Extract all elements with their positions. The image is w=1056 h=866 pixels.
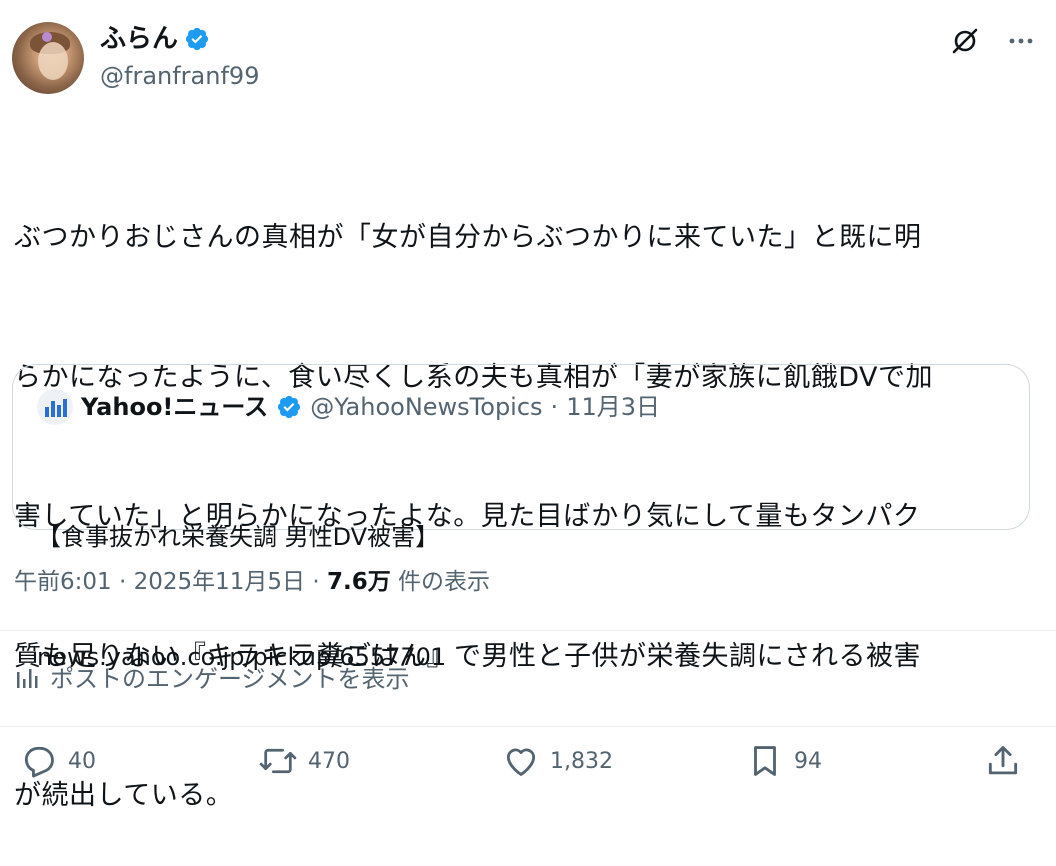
bookmark-count: 94 — [794, 748, 822, 774]
like-count: 1,832 — [550, 748, 613, 774]
share-icon — [988, 746, 1018, 775]
quoted-post-header: Yahoo!ニュース @YahooNewsTopics · 11月3日 — [37, 389, 660, 425]
yahoo-news-logo-icon[interactable] — [37, 389, 73, 425]
logo-bar — [51, 401, 55, 417]
post-time[interactable]: 午前6:01 — [14, 569, 112, 595]
quoted-title: 【食事抜かれ栄養失調 男性DV被害】 — [37, 523, 440, 551]
engagements-label[interactable]: ポストのエンゲージメントを表示 — [50, 662, 410, 696]
share-button[interactable] — [984, 742, 1022, 780]
quoted-post-card[interactable]: Yahoo!ニュース @YahooNewsTopics · 11月3日 【食事抜… — [12, 364, 1030, 671]
logo-bar — [63, 399, 67, 417]
heart-icon — [506, 748, 536, 776]
author-name-text[interactable]: ふらん — [100, 22, 178, 56]
like-button[interactable]: 1,832 — [502, 742, 613, 780]
analytics-icon — [17, 669, 38, 688]
verified-badge-icon — [185, 27, 209, 51]
quoted-separator: · — [550, 393, 559, 421]
view-label: 件の表示 — [398, 569, 491, 595]
top-icons — [950, 26, 1036, 56]
repost-count: 470 — [308, 748, 350, 774]
action-bar: 40 470 1,832 94 — [0, 742, 1056, 798]
reply-button[interactable]: 40 — [20, 742, 96, 780]
divider — [0, 630, 1056, 631]
meta-separator: · — [118, 569, 127, 595]
logo-bar — [57, 405, 61, 417]
quoted-author-handle[interactable]: @YahooNewsTopics — [310, 391, 542, 423]
grok-icon[interactable] — [950, 26, 980, 56]
meta-separator: · — [312, 569, 320, 595]
more-icon[interactable] — [1006, 26, 1036, 56]
quoted-date[interactable]: 11月3日 — [566, 391, 660, 423]
divider — [0, 726, 1056, 727]
view-engagements-link[interactable]: ポストのエンゲージメントを表示 — [14, 662, 410, 696]
quoted-author-name[interactable]: Yahoo!ニュース — [81, 391, 268, 423]
avatar-flower — [42, 32, 52, 42]
reply-icon — [24, 746, 54, 778]
bookmark-icon — [754, 746, 776, 776]
author-display-name[interactable]: ふらん — [100, 22, 210, 56]
tweet-line: ぶつかりおじさんの真相が「女が自分からぶつかりに来ていた」と既に明 — [14, 222, 922, 253]
view-count: 7.6万 — [326, 569, 391, 595]
repost-icon — [259, 748, 297, 774]
logo-bar — [45, 407, 49, 417]
author-avatar[interactable] — [12, 22, 84, 94]
repost-button[interactable]: 470 — [258, 742, 350, 780]
post-timestamp: 午前6:01 · 2025年11月5日 · 7.6万 件の表示 — [14, 564, 490, 600]
bookmark-button[interactable]: 94 — [746, 742, 822, 780]
post-date[interactable]: 2025年11月5日 — [134, 569, 305, 595]
avatar-face — [38, 42, 68, 80]
reply-count: 40 — [68, 748, 96, 774]
author-handle[interactable]: @franfranf99 — [100, 60, 259, 92]
verified-badge-icon — [278, 395, 301, 419]
